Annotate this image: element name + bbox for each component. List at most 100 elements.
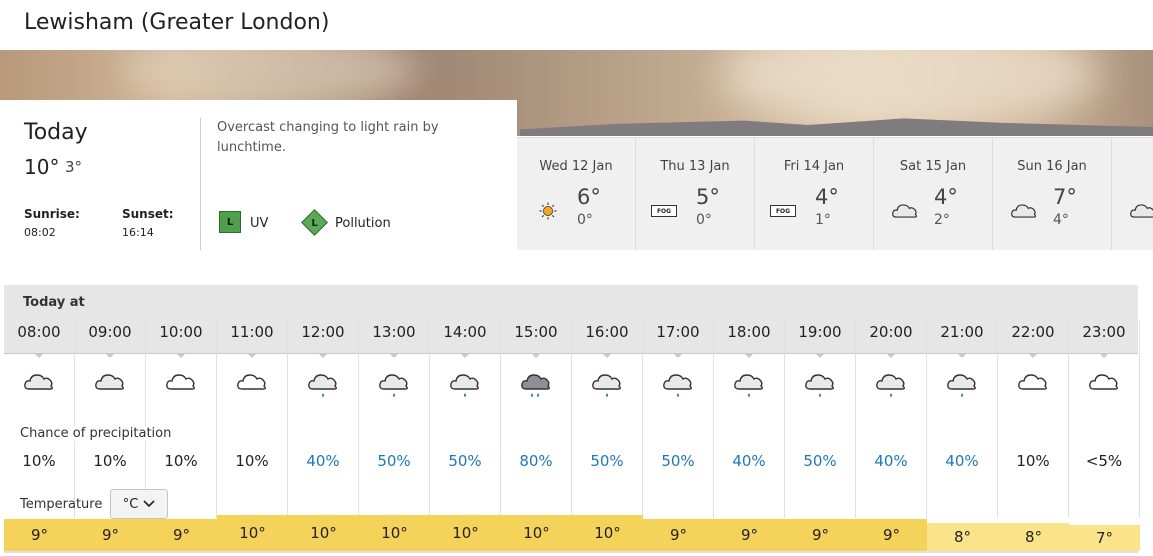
hour-column: 15:00 80% xyxy=(501,320,572,518)
light-rain-icon xyxy=(306,367,340,401)
unit-label: °C xyxy=(122,496,139,512)
light-rain-icon xyxy=(590,367,624,401)
day-high-temp: 7° xyxy=(1053,185,1077,209)
white-cloud-icon xyxy=(1087,367,1121,401)
hour-column: 14:00 50% xyxy=(430,320,501,518)
precip-value: 10% xyxy=(235,452,269,470)
uv-badge-icon[interactable]: L xyxy=(219,211,241,233)
sunset-time: 16:14 xyxy=(122,226,154,239)
day-high-temp: 5° xyxy=(696,185,720,209)
hour-time: 11:00 xyxy=(230,323,274,341)
notch xyxy=(531,353,541,358)
light-rain-icon xyxy=(732,367,766,401)
notch xyxy=(389,353,399,358)
notch xyxy=(957,353,967,358)
hour-column: 13:00 50% xyxy=(359,320,430,518)
hour-time: 19:00 xyxy=(798,323,842,341)
precip-value: 40% xyxy=(945,452,979,470)
hour-column: 20:00 40% xyxy=(856,320,927,518)
temperature-unit-dropdown[interactable]: °C xyxy=(110,489,168,519)
day-name: Sat 15 Jan xyxy=(899,159,967,174)
hour-time: 08:00 xyxy=(17,323,61,341)
hour-time: 18:00 xyxy=(727,323,771,341)
notch xyxy=(176,353,186,358)
temp-value: 9° xyxy=(75,519,146,551)
white-cloud-icon xyxy=(235,367,269,401)
hour-time: 22:00 xyxy=(1011,323,1055,341)
hour-time: 17:00 xyxy=(656,323,700,341)
daily-forecast-tabs: Wed 12 Jan 6° 0° Thu 13 Jan FOG 5° 0° Fri 14 Ja… xyxy=(517,137,1153,250)
today-at-heading: Today at xyxy=(23,295,85,310)
sunset-label: Sunset: xyxy=(122,207,174,221)
day-tab[interactable]: Wed 12 Jan 6° 0° xyxy=(517,138,636,250)
hour-column: 19:00 50% xyxy=(785,320,856,518)
today-heading: Today xyxy=(24,120,88,145)
temp-value: 9° xyxy=(714,519,785,551)
day-high-temp: 4° xyxy=(934,185,958,209)
sunrise-label: Sunrise: xyxy=(24,207,80,221)
cloud-icon xyxy=(892,204,918,218)
cloud-icon xyxy=(93,367,127,401)
day-low-temp: 2° xyxy=(934,212,950,228)
precip-value: 10% xyxy=(1016,452,1050,470)
white-cloud-icon xyxy=(164,367,198,401)
day-tab[interactable]: Sat 15 Jan 4° 2° xyxy=(874,138,993,250)
hour-column: 23:00 <5% xyxy=(1069,320,1140,518)
day-low-temp: 0° xyxy=(577,212,593,228)
precip-value: 50% xyxy=(803,452,837,470)
notch xyxy=(247,353,257,358)
fog-icon: FOG xyxy=(770,205,796,217)
hour-column: 08:00 10% xyxy=(4,320,75,518)
uv-label[interactable]: UV xyxy=(250,216,268,231)
day-name: Fri 14 Jan xyxy=(783,159,845,174)
cloud-icon xyxy=(1130,204,1153,218)
fog-icon: FOG xyxy=(651,205,677,217)
temp-value: 10° xyxy=(359,515,430,551)
temp-value: 9° xyxy=(785,519,856,551)
temperature-row: 9° 9° 9° 10° 10° 10° 10° 10° 10° 9° 9° 9° 9° 8° 8° 7° xyxy=(4,515,1140,551)
notch xyxy=(1028,353,1038,358)
notch xyxy=(886,353,896,358)
temp-value: 9° xyxy=(856,519,927,551)
hour-time: 15:00 xyxy=(514,323,558,341)
precipitation-label: Chance of precipitation xyxy=(20,426,176,441)
day-tab[interactable]: Thu 13 Jan FOG 5° 0° xyxy=(636,138,755,250)
temp-value: 10° xyxy=(288,515,359,551)
precip-value: 10% xyxy=(164,452,198,470)
pollution-label[interactable]: Pollution xyxy=(335,216,391,231)
white-cloud-icon xyxy=(1016,367,1050,401)
hourly-forecast: Today at 08:00 10% 09:00 10% 10:00 10% 11:00 10… xyxy=(4,285,1140,555)
temp-value: 10° xyxy=(217,515,288,551)
day-low-temp: 4° xyxy=(1053,212,1069,228)
day-name: Mo xyxy=(1112,159,1153,174)
hour-time: 10:00 xyxy=(159,323,203,341)
hour-time: 14:00 xyxy=(443,323,487,341)
precip-value: 80% xyxy=(519,452,553,470)
light-rain-icon xyxy=(661,367,695,401)
hourly-header: Today at xyxy=(4,285,1138,320)
precip-value: 50% xyxy=(448,452,482,470)
temp-value: 10° xyxy=(430,515,501,551)
chevron-down-icon xyxy=(143,500,155,508)
day-tab[interactable]: Fri 14 Jan FOG 4° 1° xyxy=(755,138,874,250)
hour-time: 13:00 xyxy=(372,323,416,341)
day-tab[interactable]: Sun 16 Jan 7° 4° xyxy=(993,138,1112,250)
notch xyxy=(815,353,825,358)
notch xyxy=(602,353,612,358)
precip-value: 40% xyxy=(306,452,340,470)
day-tab[interactable]: Mo xyxy=(1112,138,1153,250)
notch xyxy=(34,353,44,358)
hour-column: 22:00 10% xyxy=(998,320,1069,518)
temp-value: 10° xyxy=(501,515,572,551)
hour-time: 21:00 xyxy=(940,323,984,341)
light-rain-icon xyxy=(874,367,908,401)
temp-value: 8° xyxy=(927,523,998,551)
hour-time: 16:00 xyxy=(585,323,629,341)
heavy-rain-icon xyxy=(519,367,553,401)
precip-value: 50% xyxy=(377,452,411,470)
precip-value: 40% xyxy=(874,452,908,470)
precip-value: 10% xyxy=(22,452,56,470)
pollution-badge-letter: L xyxy=(311,218,318,229)
day-high-temp: 4° xyxy=(815,185,839,209)
temp-value: 9° xyxy=(643,519,714,551)
